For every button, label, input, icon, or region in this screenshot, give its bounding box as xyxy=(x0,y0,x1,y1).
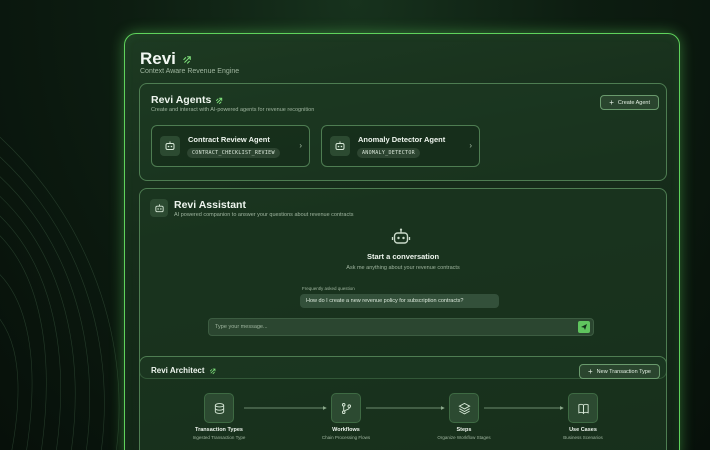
agent-tile-contract-review[interactable]: Contract Review Agent CONTRACT_CHECKLIST… xyxy=(151,125,310,167)
book-icon xyxy=(568,393,598,423)
assistant-card: Revi Assistant AI powered companion to a… xyxy=(139,188,667,379)
robot-icon xyxy=(150,199,168,217)
create-agent-button[interactable]: + Create Agent xyxy=(600,95,659,110)
sparkle-icon xyxy=(216,97,223,104)
sparkle-icon xyxy=(209,368,215,374)
robot-icon xyxy=(330,136,350,156)
faq-suggestion-chip[interactable]: How do I create a new revenue policy for… xyxy=(300,294,499,308)
node-label: Workflows xyxy=(332,427,360,433)
node-subtitle: Chain Processing Flows xyxy=(321,435,371,440)
sparkle-icon xyxy=(183,55,191,64)
create-agent-label: Create Agent xyxy=(617,99,650,106)
architect-title: Revi Architect xyxy=(151,366,217,375)
agents-card: Revi Agents Create and interact with AI-… xyxy=(139,83,667,181)
app-title: Revi xyxy=(140,49,193,69)
assistant-subtitle: AI powered companion to answer your ques… xyxy=(174,212,354,218)
agent-tile-anomaly-detector[interactable]: Anomaly Detector Agent ANOMALY_DETECTOR … xyxy=(321,125,480,167)
send-icon xyxy=(581,324,587,330)
new-transaction-type-label: New Transaction Type xyxy=(596,368,651,375)
node-label: Use Cases xyxy=(569,427,597,433)
git-branch-icon xyxy=(331,393,361,423)
agents-title-text: Revi Agents xyxy=(151,94,212,106)
send-button[interactable] xyxy=(578,321,590,333)
agent-tag: CONTRACT_CHECKLIST_REVIEW xyxy=(187,148,280,158)
agents-subtitle: Create and interact with AI-powered agen… xyxy=(151,107,315,113)
agent-name: Anomaly Detector Agent xyxy=(358,135,446,144)
node-label: Steps xyxy=(456,427,472,433)
faq-label: Frequently asked question xyxy=(302,286,355,291)
node-subtitle: Organize Workflow Stages xyxy=(437,435,491,440)
layers-icon xyxy=(449,393,479,423)
agent-tag: ANOMALY_DETECTOR xyxy=(357,148,420,158)
app-window: Revi Context Aware Revenue Engine Revi A… xyxy=(124,33,680,450)
architect-title-text: Revi Architect xyxy=(151,366,205,375)
database-icon xyxy=(204,393,234,423)
start-conversation-subtitle: Ask me anything about your revenue contr… xyxy=(346,265,460,271)
node-subtitle: Ingested Transaction Type xyxy=(192,435,246,440)
plus-icon: + xyxy=(588,366,593,376)
agents-title: Revi Agents xyxy=(151,94,224,106)
new-transaction-type-button[interactable]: + New Transaction Type xyxy=(579,364,660,379)
app-subtitle: Context Aware Revenue Engine xyxy=(140,68,240,75)
node-label: Transaction Types xyxy=(195,427,243,433)
chevron-right-icon: › xyxy=(299,141,302,150)
start-conversation-title: Start a conversation xyxy=(366,252,440,261)
message-input[interactable] xyxy=(208,318,594,336)
app-title-text: Revi xyxy=(140,49,176,68)
chevron-right-icon: › xyxy=(469,141,472,150)
node-subtitle: Business Scenarios xyxy=(563,435,603,440)
robot-icon xyxy=(160,136,180,156)
robot-icon xyxy=(391,228,411,244)
architect-card: Revi Architect + New Transaction Type Tr… xyxy=(139,356,667,450)
plus-icon: + xyxy=(609,97,614,107)
assistant-title: Revi Assistant xyxy=(174,199,246,211)
agent-name: Contract Review Agent xyxy=(188,135,270,144)
